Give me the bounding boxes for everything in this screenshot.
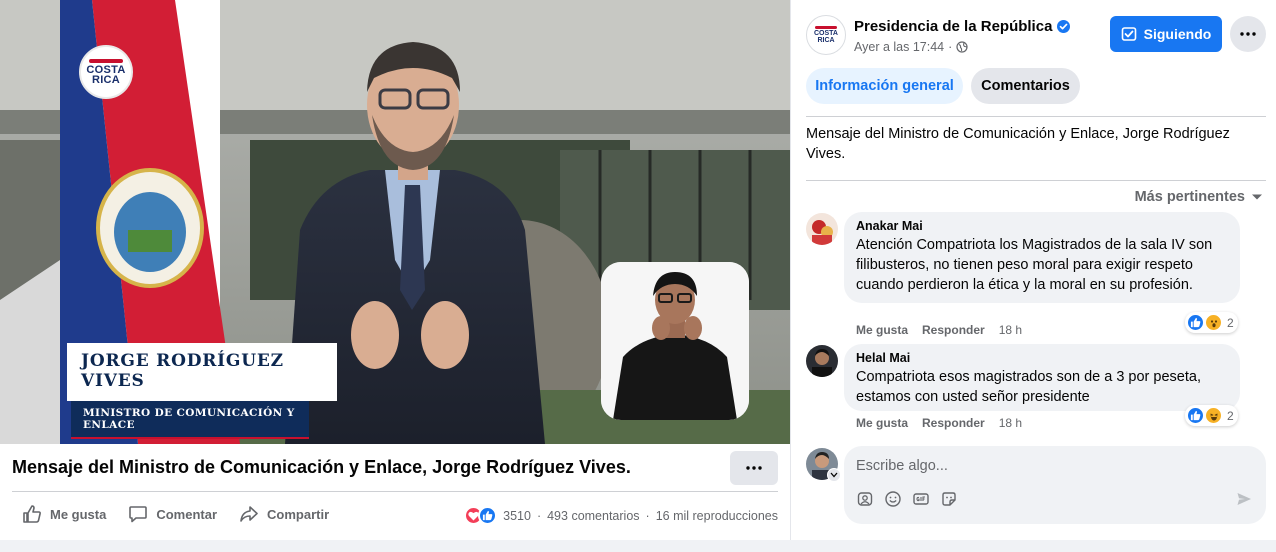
comment-like-button[interactable]: Me gusta [856, 323, 908, 337]
reaction-count[interactable]: 3510 [503, 509, 531, 523]
lower-third: JORGE RODRÍGUEZ VIVES MINISTRO DE COMUNI… [67, 343, 337, 439]
verified-badge-icon [1057, 20, 1071, 33]
like-icon [1186, 406, 1205, 425]
share-label: Compartir [267, 506, 330, 522]
post-stats: 3510 · 493 comentarios · 16 mil reproduc… [464, 506, 778, 525]
page-name-row: Presidencia de la República [854, 18, 1071, 35]
logo-line-2: RICA [91, 74, 121, 86]
page-bottom-strip [0, 540, 1276, 552]
comment-author[interactable]: Helal Mai [856, 351, 1228, 365]
post-description: Mensaje del Ministro de Comunicación y E… [806, 126, 1230, 162]
comment-button[interactable]: Comentar [128, 504, 217, 524]
comment-reaction-count: 2 [1227, 408, 1234, 423]
comment-reply-button[interactable]: Responder [922, 323, 985, 337]
like-button[interactable]: Me gusta [22, 504, 106, 524]
chevron-down-icon [830, 472, 838, 478]
send-icon [1237, 493, 1251, 505]
post-timestamp[interactable]: Ayer a las 17:44 [854, 40, 944, 54]
thumbs-up-icon [23, 505, 41, 523]
comment-count[interactable]: 493 comentarios [547, 509, 639, 523]
comment-icon [129, 506, 148, 523]
commenter-avatar[interactable] [806, 213, 838, 245]
comment-reply-button[interactable]: Responder [922, 416, 985, 430]
comment-reaction-count: 2 [1227, 315, 1234, 330]
send-button[interactable] [1236, 491, 1252, 512]
costa-rica-logo: COSTA RICA [79, 45, 133, 99]
comment-bubble: Anakar Mai Atención Compatriota los Magi… [844, 212, 1240, 303]
divider [12, 491, 778, 492]
more-dots-icon [1240, 32, 1256, 36]
comment-author[interactable]: Anakar Mai [856, 219, 1228, 233]
comment-label: Comentar [156, 506, 218, 522]
reaction-icons[interactable] [464, 506, 498, 525]
post-actions: Me gusta Comentar Compartir [22, 504, 329, 524]
post-more-button[interactable] [730, 451, 778, 485]
divider [806, 180, 1266, 181]
share-button[interactable]: Compartir [239, 504, 329, 524]
following-button[interactable]: Siguiendo [1110, 16, 1222, 52]
page-avatar[interactable]: COSTA RICA [806, 15, 846, 55]
sort-label: Más pertinentes [1134, 189, 1245, 205]
haha-icon [1204, 406, 1223, 425]
sticker-icon[interactable] [940, 490, 958, 508]
comment-composer [844, 446, 1266, 524]
tab-general-info[interactable]: Información general [806, 68, 963, 104]
stats-separator: · [536, 508, 542, 523]
app-root: COSTA RICA JORGE RODRÍGUEZ VIVES MINISTR… [0, 0, 1276, 552]
avatar-sticker-icon[interactable] [856, 490, 874, 508]
comment-text: Compatriota esos magistrados son de a 3 … [856, 369, 1201, 405]
following-label: Siguiendo [1143, 26, 1212, 42]
like-label: Me gusta [50, 506, 107, 522]
commenter-avatar[interactable] [806, 345, 838, 377]
divider [806, 116, 1266, 117]
like-icon [478, 506, 498, 525]
post-meta: Ayer a las 17:44 · [854, 40, 968, 54]
comment-reactions[interactable]: 2 [1185, 312, 1238, 333]
more-dots-icon [746, 466, 762, 470]
post-title: Mensaje del Ministro de Comunicación y E… [12, 457, 631, 477]
globe-icon [956, 41, 968, 53]
comment-input[interactable] [856, 456, 1236, 476]
stats-separator: · [645, 508, 650, 523]
page-avatar-line-1: COSTA [814, 30, 838, 37]
comment-time[interactable]: 18 h [999, 323, 1022, 337]
comment-bubble: Helal Mai Compatriota esos magistrados s… [844, 344, 1240, 411]
following-check-icon [1121, 27, 1136, 41]
view-count: 16 mil reproducciones [655, 508, 778, 523]
comment-time[interactable]: 18 h [999, 416, 1022, 430]
gif-icon[interactable] [912, 490, 930, 508]
emoji-icon[interactable] [884, 490, 902, 508]
caret-down-icon [1252, 194, 1262, 200]
lower-third-role: MINISTRO DE COMUNICACIÓN Y ENLACE [71, 401, 309, 439]
tab-comments[interactable]: Comentarios [971, 68, 1080, 104]
page-avatar-line-2: RICA [817, 37, 835, 44]
composer-tools [856, 490, 958, 508]
comment-actions: Me gusta Responder 18 h [856, 416, 1022, 430]
video-player[interactable]: COSTA RICA JORGE RODRÍGUEZ VIVES MINISTR… [0, 0, 790, 444]
profile-switch-button[interactable] [827, 468, 841, 482]
comment-text: Atención Compatriota los Magistrados de … [856, 237, 1213, 293]
comment-like-button[interactable]: Me gusta [856, 416, 908, 430]
meta-separator: · [948, 40, 953, 54]
like-icon [1186, 313, 1205, 332]
page-more-button[interactable] [1230, 16, 1266, 52]
sign-language-interpreter [601, 262, 749, 420]
page-name[interactable]: Presidencia de la República [854, 18, 1052, 35]
share-icon [240, 506, 258, 522]
comment-sort-dropdown[interactable]: Más pertinentes [1135, 189, 1263, 205]
comment-reactions[interactable]: 2 [1185, 405, 1238, 426]
comment-actions: Me gusta Responder 18 h [856, 323, 1022, 337]
post-side-panel: COSTA RICA Presidencia de la República A… [791, 0, 1276, 540]
lower-third-name: JORGE RODRÍGUEZ VIVES [67, 343, 337, 401]
wow-icon [1204, 313, 1223, 332]
